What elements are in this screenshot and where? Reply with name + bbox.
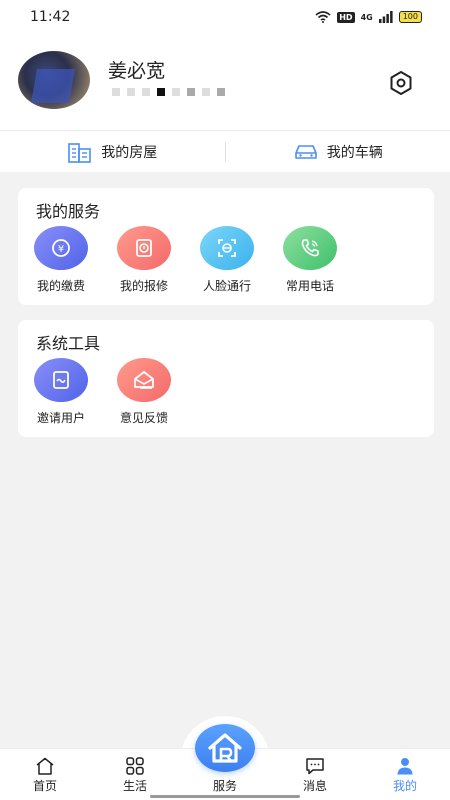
invite-label: 邀请用户 xyxy=(36,411,85,425)
profile-header: 姜必宽 xyxy=(0,34,450,130)
home-indicator[interactable] xyxy=(150,795,300,798)
user-phone-masked xyxy=(112,88,225,96)
services-title: 我的服务 xyxy=(36,202,101,221)
tab-mine-label: 我的 xyxy=(392,779,417,793)
tab-home-label: 首页 xyxy=(32,779,57,793)
service-house-icon xyxy=(208,733,242,763)
face-access-label: 人脸通行 xyxy=(202,279,251,293)
payment-item[interactable]: ¥ 我的缴费 xyxy=(28,226,94,294)
signal-icon xyxy=(378,11,393,23)
status-time: 11:42 xyxy=(30,9,71,25)
face-access-item[interactable]: 人脸通行 xyxy=(194,226,260,294)
user-icon xyxy=(397,758,413,775)
settings-icon[interactable] xyxy=(388,70,414,96)
phone-item[interactable]: 常用电话 xyxy=(277,226,343,294)
user-name: 姜必宽 xyxy=(108,60,166,82)
message-icon xyxy=(306,758,324,775)
tools-card: 系统工具 邀请用户 意见反馈 xyxy=(18,320,434,437)
repair-icon xyxy=(117,226,171,270)
tab-life[interactable]: 生活 xyxy=(90,749,180,800)
tab-service-label: 服务 xyxy=(212,779,237,793)
services-card: 我的服务 ¥ 我的缴费 我的报修 人脸通行 常用电话 xyxy=(18,188,434,305)
tab-mine[interactable]: 我的 xyxy=(360,749,450,800)
feedback-label: 意见反馈 xyxy=(119,411,168,425)
wifi-icon xyxy=(315,11,331,23)
tab-home[interactable]: 首页 xyxy=(0,749,90,800)
my-house-link[interactable]: 我的房屋 xyxy=(0,141,225,163)
payment-label: 我的缴费 xyxy=(36,279,85,293)
invite-item[interactable]: 邀请用户 xyxy=(28,358,94,426)
feedback-item[interactable]: 意见反馈 xyxy=(111,358,177,426)
phone-label: 常用电话 xyxy=(285,279,334,293)
feedback-icon xyxy=(117,358,171,402)
grid-icon xyxy=(126,757,144,775)
building-icon xyxy=(68,142,92,163)
network-type: 4G xyxy=(360,12,373,22)
tab-life-label: 生活 xyxy=(122,779,147,793)
tools-grid: 邀请用户 意见反馈 xyxy=(28,358,177,426)
status-bar: 11:42 HD 4G 100 xyxy=(0,0,450,34)
payment-icon: ¥ xyxy=(34,226,88,270)
svg-text:¥: ¥ xyxy=(58,244,64,255)
repair-item[interactable]: 我的报修 xyxy=(111,226,177,294)
services-grid: ¥ 我的缴费 我的报修 人脸通行 常用电话 xyxy=(28,226,343,294)
status-icons: HD 4G 100 xyxy=(315,11,422,23)
avatar[interactable] xyxy=(18,51,90,109)
tab-messages-label: 消息 xyxy=(302,779,327,793)
tab-messages[interactable]: 消息 xyxy=(270,749,360,800)
phone-icon xyxy=(283,226,337,270)
tools-title: 系统工具 xyxy=(36,334,101,353)
my-house-label: 我的房屋 xyxy=(101,144,158,161)
service-center-button[interactable] xyxy=(195,724,255,772)
battery-icon: 100 xyxy=(398,11,422,23)
hd-badge: HD xyxy=(337,11,355,23)
my-vehicle-label: 我的车辆 xyxy=(326,144,383,161)
face-scan-icon xyxy=(200,226,254,270)
invite-icon xyxy=(34,358,88,402)
repair-label: 我的报修 xyxy=(119,279,168,293)
quick-links: 我的房屋 我的车辆 xyxy=(0,130,450,172)
home-icon xyxy=(36,757,54,775)
my-vehicle-link[interactable]: 我的车辆 xyxy=(226,142,450,162)
car-icon xyxy=(294,144,317,159)
